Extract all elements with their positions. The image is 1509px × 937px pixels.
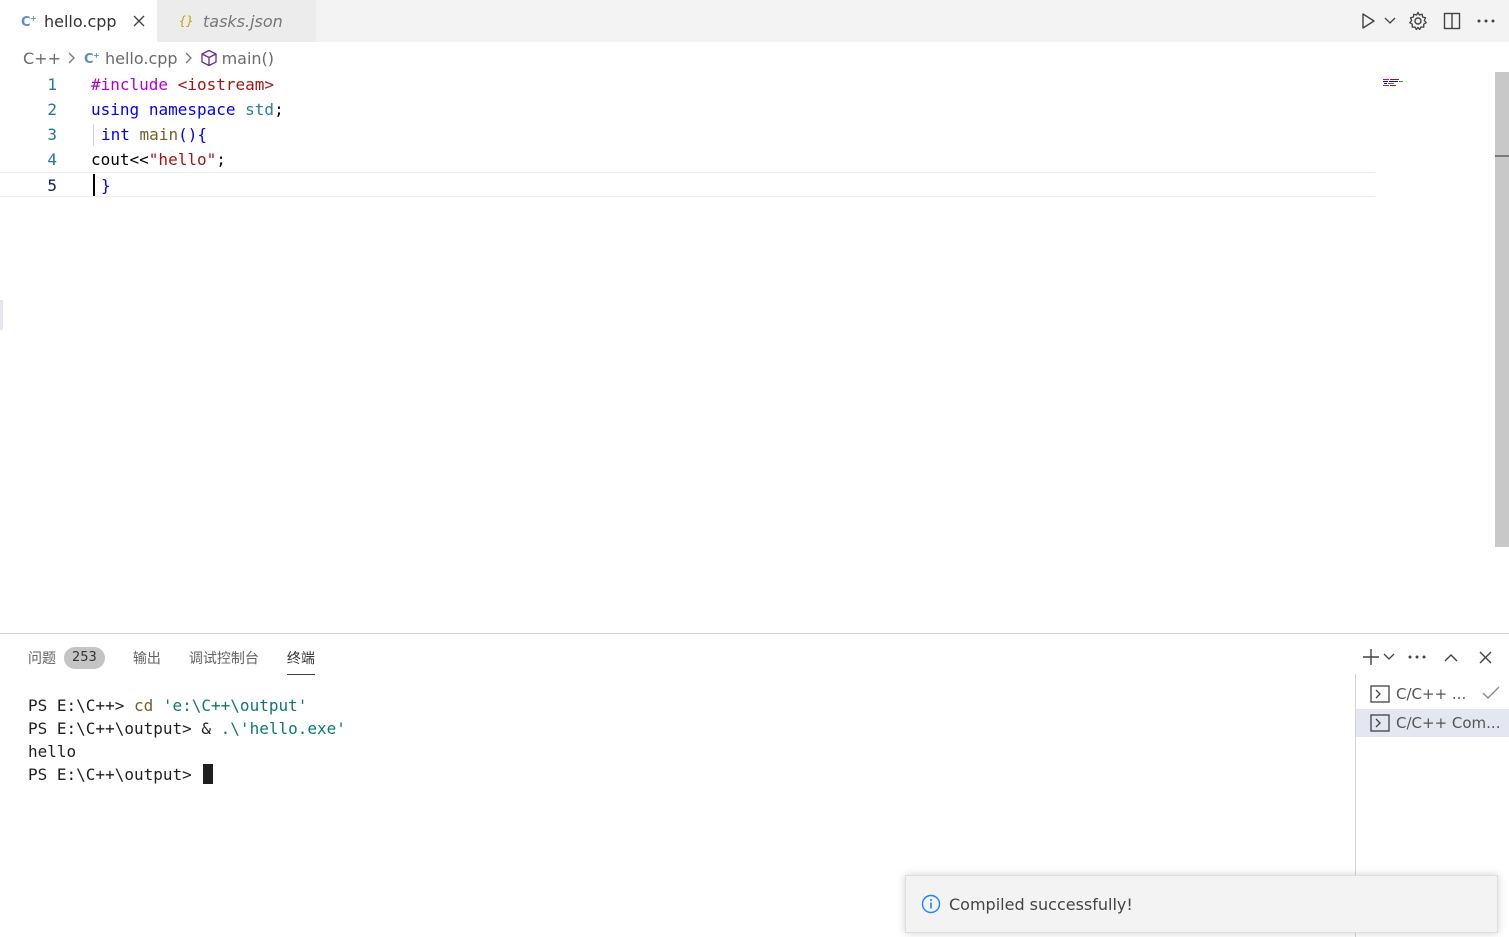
code-line: 4 cout<<"hello"; (0, 147, 1375, 172)
terminal-icon (1370, 685, 1390, 703)
code-token: #include (91, 75, 169, 94)
tab-label: 输出 (132, 651, 161, 667)
line-number: 2 (47, 100, 57, 119)
terminal-prompt: PS E:\C++\output> (28, 719, 202, 738)
line-number: 1 (47, 75, 57, 94)
minimap[interactable] (1383, 72, 1405, 86)
text-caret (93, 174, 95, 196)
svg-text:+: + (30, 14, 37, 23)
check-icon (1482, 685, 1500, 705)
terminal-argument: .\'hello.exe' (211, 719, 346, 738)
terminal-list-item[interactable]: C/C++ Com... (1356, 709, 1509, 737)
terminal-output[interactable]: PS E:\C++> cd 'e:\C++\output' PS E:\C++\o… (28, 694, 346, 786)
terminal-line: PS E:\C++> cd 'e:\C++\output' (28, 694, 346, 717)
code-line: 1 #include <iostream> (0, 72, 1375, 97)
code-line: 3 int main(){ (0, 122, 1375, 147)
code-token: main (139, 125, 179, 144)
split-editor-icon[interactable] (1439, 8, 1465, 34)
code-text: int main(){ (101, 122, 207, 147)
code-line-current: 5 } (0, 172, 1375, 197)
gutter-marker (0, 300, 3, 330)
panel-actions (1349, 644, 1497, 670)
editor-scrollbar[interactable] (1495, 72, 1509, 547)
code-token: ; (216, 150, 226, 169)
code-token: (){ (178, 125, 207, 144)
scrollbar-cursor-marker (1495, 155, 1509, 157)
code-token: "hello" (148, 150, 217, 169)
chevron-down-icon[interactable] (1383, 8, 1397, 34)
notification-message: Compiled successfully! (949, 894, 1133, 914)
terminal-line: PS E:\C++\output> & .\'hello.exe' (28, 717, 346, 740)
tab-terminal[interactable]: 终端 (286, 646, 315, 675)
indent-guide (93, 124, 94, 146)
svg-text:{}: {} (179, 14, 193, 28)
tab-tasks-json[interactable]: {} tasks.json (157, 0, 316, 42)
more-icon[interactable] (1473, 8, 1499, 34)
close-icon[interactable] (1473, 645, 1497, 669)
code-token: cout<< (91, 150, 149, 169)
tab-label: tasks.json (203, 11, 283, 31)
code-text: using namespace std; (91, 97, 284, 122)
code-token: namespace (148, 100, 236, 119)
notification-toast[interactable]: Compiled successfully! (905, 875, 1498, 933)
chevron-up-icon[interactable] (1439, 645, 1463, 669)
gear-icon[interactable] (1405, 8, 1431, 34)
breadcrumb: C++ C + hello.cpp main() (23, 45, 274, 71)
terminal-prompt: PS E:\C++> (28, 696, 134, 715)
method-cube-icon (200, 49, 218, 67)
tab-debug-console[interactable]: 调试控制台 (189, 646, 259, 670)
editor-tab-bar: C + hello.cpp {} tasks.json (0, 0, 1509, 42)
code-token: } (101, 176, 111, 195)
terminal-output-text: hello (28, 742, 77, 761)
chevron-right-icon (64, 52, 80, 64)
chevron-down-icon[interactable] (1383, 645, 1395, 669)
cpp-file-icon: C + (83, 49, 101, 67)
code-text: #include <iostream> (91, 72, 274, 97)
terminal-line: PS E:\C++\output> (28, 763, 346, 786)
tab-label: 终端 (286, 651, 315, 667)
problems-count-badge: 253 (64, 647, 105, 669)
breadcrumb-folder[interactable]: C++ (23, 49, 61, 68)
code-token: std (245, 100, 275, 119)
terminal-argument: 'e:\C++\output' (153, 696, 308, 715)
breadcrumb-file[interactable]: hello.cpp (105, 49, 178, 68)
terminal-name: C/C++ Com... (1396, 714, 1501, 732)
json-file-icon: {} (179, 12, 197, 30)
tab-output[interactable]: 输出 (133, 646, 161, 670)
tab-label: 问题 (28, 651, 56, 667)
chevron-right-icon (181, 52, 197, 64)
breadcrumb-symbol[interactable]: main() (222, 49, 274, 68)
info-icon (920, 893, 942, 915)
close-icon[interactable] (129, 11, 149, 31)
plus-icon[interactable] (1359, 645, 1383, 669)
code-text: cout<<"hello"; (91, 147, 226, 172)
run-icon[interactable] (1355, 8, 1381, 34)
terminal-command: & (201, 719, 212, 738)
terminal-line: hello (28, 740, 346, 763)
terminal-list-item[interactable]: C/C++ ... (1356, 680, 1509, 708)
tab-label: 调试控制台 (188, 651, 259, 667)
terminal-command: cd (133, 696, 154, 715)
terminal-cursor (203, 764, 214, 784)
editor-actions (1347, 8, 1499, 34)
code-editor[interactable]: 1 #include <iostream> 2 using namespace … (0, 72, 1509, 634)
terminal-prompt: PS E:\C++\output> (28, 765, 202, 784)
panel-tabs: 问题 253 输出 调试控制台 终端 (28, 646, 343, 675)
line-number: 3 (47, 125, 57, 144)
cpp-file-icon: C + (20, 12, 38, 30)
more-icon[interactable] (1405, 645, 1429, 669)
code-token: <iostream> (168, 75, 275, 94)
code-token: ; (274, 100, 284, 119)
tab-problems[interactable]: 问题 253 (28, 646, 105, 670)
code-token: int (101, 125, 130, 144)
code-text: } (101, 173, 111, 198)
tab-hello-cpp[interactable]: C + hello.cpp (0, 0, 157, 42)
code-token: using (91, 100, 140, 119)
terminal-icon (1370, 714, 1390, 732)
svg-text:+: + (93, 51, 100, 60)
line-number: 4 (47, 150, 57, 169)
tab-label: hello.cpp (44, 11, 117, 31)
line-number: 5 (47, 176, 57, 195)
code-line: 2 using namespace std; (0, 97, 1375, 122)
